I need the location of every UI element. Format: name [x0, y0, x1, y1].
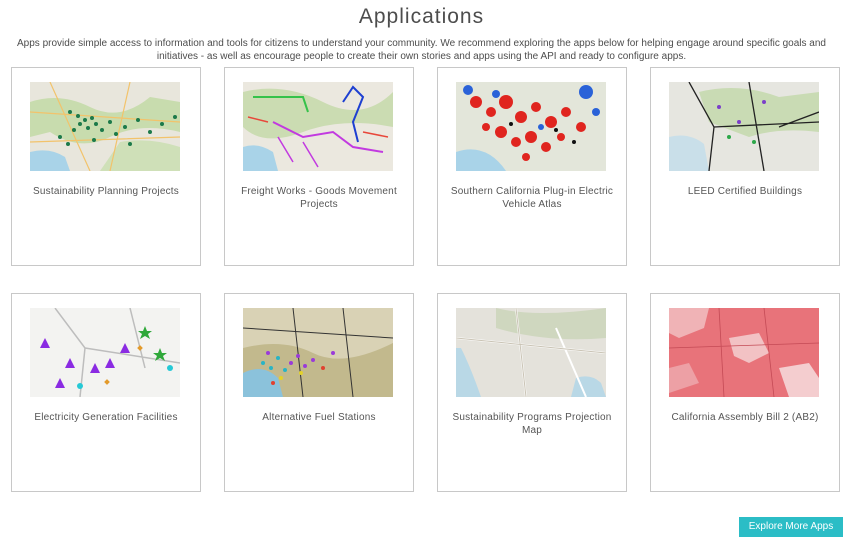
app-thumbnail-map[interactable] — [669, 82, 819, 171]
explore-more-apps-button[interactable]: Explore More Apps — [739, 517, 843, 537]
app-title[interactable]: California Assembly Bill 2 (AB2) — [659, 411, 831, 424]
app-title[interactable]: Freight Works - Goods Movement Projects — [233, 185, 405, 211]
app-title[interactable]: LEED Certified Buildings — [659, 185, 831, 198]
app-title[interactable]: Southern California Plug-in Electric Veh… — [446, 185, 618, 211]
app-thumbnail-map[interactable] — [243, 308, 393, 397]
app-thumbnail-map[interactable] — [30, 82, 180, 171]
app-thumbnail-map[interactable] — [243, 82, 393, 171]
app-card-sustainability-programs[interactable]: Sustainability Programs Projection Map — [437, 293, 627, 492]
apps-grid: Sustainability Planning Projects Freight… — [11, 67, 841, 492]
app-thumbnail-map[interactable] — [456, 82, 606, 171]
app-card-sustainability-planning[interactable]: Sustainability Planning Projects — [11, 67, 201, 266]
app-card-pev-atlas[interactable]: Southern California Plug-in Electric Veh… — [437, 67, 627, 266]
app-thumbnail-map[interactable] — [456, 308, 606, 397]
app-title[interactable]: Electricity Generation Facilities — [20, 411, 192, 424]
applications-page: Applications Apps provide simple access … — [0, 0, 843, 537]
app-card-freight-works[interactable]: Freight Works - Goods Movement Projects — [224, 67, 414, 266]
app-card-alternative-fuel[interactable]: Alternative Fuel Stations — [224, 293, 414, 492]
app-title[interactable]: Alternative Fuel Stations — [233, 411, 405, 424]
app-card-leed-buildings[interactable]: LEED Certified Buildings — [650, 67, 840, 266]
page-title: Applications — [358, 5, 485, 28]
app-title[interactable]: Sustainability Programs Projection Map — [446, 411, 618, 437]
app-title[interactable]: Sustainability Planning Projects — [20, 185, 192, 198]
page-intro: Apps provide simple access to informatio… — [17, 38, 826, 62]
app-card-ab2[interactable]: California Assembly Bill 2 (AB2) — [650, 293, 840, 492]
app-card-electricity-generation[interactable]: Electricity Generation Facilities — [11, 293, 201, 492]
app-thumbnail-map[interactable] — [669, 308, 819, 397]
app-thumbnail-map[interactable] — [30, 308, 180, 397]
